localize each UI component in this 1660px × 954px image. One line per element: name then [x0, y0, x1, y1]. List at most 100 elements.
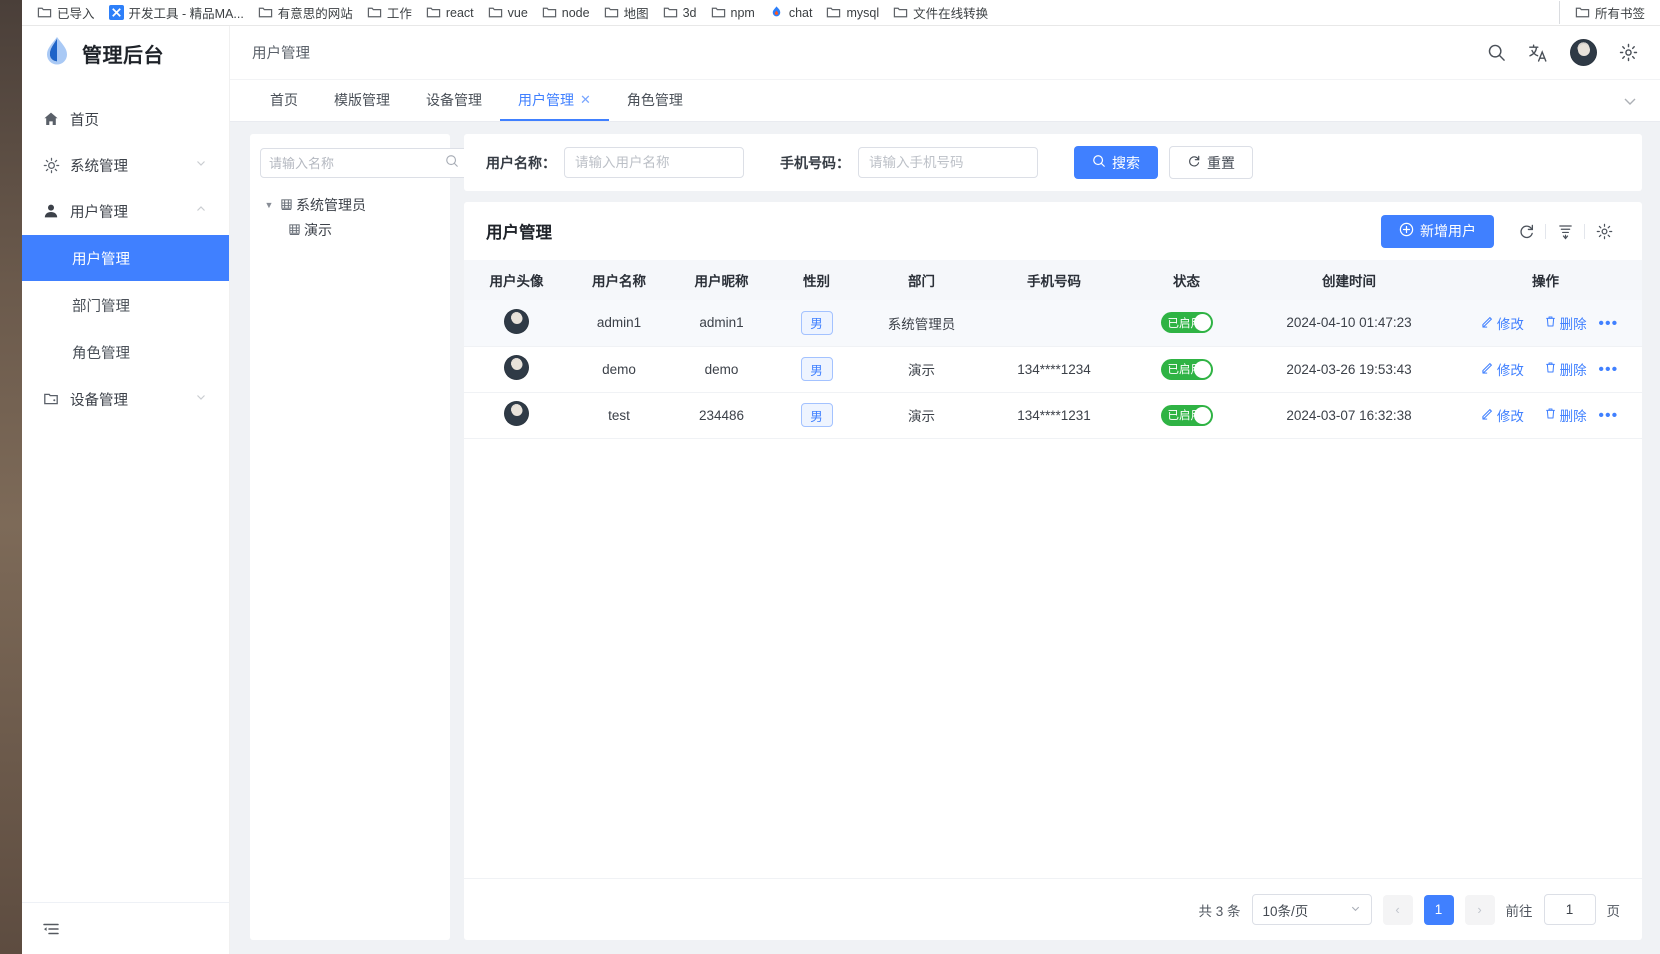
cell-actions: 修改 删除 •••: [1449, 300, 1642, 347]
bookmark-item[interactable]: npm: [704, 3, 762, 22]
username-filter-field[interactable]: [564, 147, 744, 178]
tree-node-label: 演示: [304, 221, 332, 238]
page-number-button[interactable]: 1: [1423, 894, 1454, 925]
status-toggle[interactable]: 已启用: [1160, 404, 1213, 426]
topbar-actions: [1487, 39, 1638, 66]
admin-app: 管理后台 首页 系统管理 用户管理 用户管理 部门管理 角色管理 设备管理 用户…: [22, 26, 1660, 954]
phone-input[interactable]: [869, 155, 1027, 170]
bookmark-item[interactable]: chat: [762, 3, 820, 22]
filter-bar: 用户名称： 手机号码：: [464, 134, 1642, 191]
edit-button[interactable]: 修改: [1481, 405, 1524, 425]
trash-icon: [1544, 361, 1557, 377]
delete-button[interactable]: 删除: [1544, 313, 1587, 333]
table-row[interactable]: test 234486 男 演示 134****1231 已启用 2024-03…: [464, 392, 1642, 439]
cell-gender: 男: [774, 346, 859, 393]
home-icon: [42, 111, 60, 127]
sidebar-item-system[interactable]: 系统管理: [22, 142, 229, 188]
edit-label: 修改: [1496, 316, 1524, 332]
bookmark-item[interactable]: 文件在线转换: [886, 1, 995, 24]
sidebar-item-home[interactable]: 首页: [22, 96, 229, 142]
bookmark-label: 3d: [682, 5, 697, 20]
user-table: 用户头像 用户名称 用户昵称 性别 部门 手机号码 状态 创建时间 操作 adm…: [464, 260, 1642, 439]
edit-label: 修改: [1496, 409, 1524, 424]
bookmark-item[interactable]: 工作: [360, 1, 419, 24]
bookmark-item[interactable]: 开发工具 - 精品MA...: [102, 1, 251, 24]
sidebar-item-departments[interactable]: 部门管理: [22, 282, 229, 328]
table-row[interactable]: admin1 admin1 男 系统管理员 已启用 2024-04-10 01:…: [464, 300, 1642, 347]
edit-button[interactable]: 修改: [1481, 359, 1524, 379]
chevron-down-icon: [195, 391, 209, 407]
bookmark-item[interactable]: mysql: [819, 3, 886, 22]
bookmark-item[interactable]: vue: [481, 3, 535, 22]
status-toggle[interactable]: 已启用: [1160, 358, 1213, 380]
cell-actions: 修改 删除 •••: [1449, 346, 1642, 393]
translate-icon[interactable]: [1528, 43, 1548, 63]
bookmark-item[interactable]: 地图: [597, 1, 656, 24]
caret-expanded-icon[interactable]: ▼: [260, 200, 278, 210]
cell-avatar: [464, 346, 569, 393]
department-icon: [286, 223, 302, 236]
phone-filter-field[interactable]: [858, 147, 1038, 178]
delete-button[interactable]: 删除: [1544, 405, 1587, 425]
sidebar-item-users[interactable]: 用户管理: [22, 235, 229, 281]
delete-button[interactable]: 删除: [1544, 359, 1587, 379]
avatar[interactable]: [1570, 39, 1597, 66]
reset-button[interactable]: 重置: [1169, 146, 1253, 179]
collapse-sidebar-icon[interactable]: [42, 920, 60, 938]
search-icon[interactable]: [445, 154, 459, 173]
density-icon[interactable]: [1549, 216, 1581, 246]
sidebar-item-roles[interactable]: 角色管理: [22, 329, 229, 375]
bookmark-label: 地图: [623, 7, 649, 21]
droplet-logo-icon: [44, 36, 70, 71]
search-icon[interactable]: [1487, 43, 1506, 62]
sidebar-item-user-management[interactable]: 用户管理: [22, 188, 229, 234]
folder-device-icon: [42, 391, 60, 407]
settings-gear-icon[interactable]: [1619, 43, 1638, 62]
page-size-select[interactable]: 10条/页: [1251, 894, 1372, 925]
next-page-button[interactable]: ›: [1464, 894, 1495, 925]
more-actions-button[interactable]: •••: [1598, 361, 1618, 378]
tree-node-demo[interactable]: 演示: [260, 217, 440, 242]
tree-node-system-admin[interactable]: ▼ 系统管理员: [260, 192, 440, 217]
edit-button[interactable]: 修改: [1481, 313, 1524, 333]
tab-template-management[interactable]: 模版管理: [316, 80, 408, 121]
folder-icon: [37, 5, 52, 20]
username-input[interactable]: [575, 155, 733, 170]
pagination-total: 共 3 条: [1198, 903, 1241, 919]
tab-device-management[interactable]: 设备管理: [408, 80, 500, 121]
add-user-button[interactable]: 新增用户: [1381, 214, 1494, 248]
close-icon[interactable]: ✕: [580, 92, 591, 108]
tabbar: 首页 模版管理 设备管理 用户管理 ✕ 角色管理: [230, 80, 1660, 122]
pencil-icon: [1481, 315, 1494, 331]
toggle-knob: [1193, 360, 1211, 378]
tree-search-box[interactable]: [260, 148, 468, 178]
search-button[interactable]: 搜索: [1074, 146, 1158, 179]
all-bookmarks-button[interactable]: 所有书签: [1568, 1, 1652, 24]
chat-site-icon: [769, 5, 784, 20]
bookmark-item[interactable]: node: [535, 3, 597, 22]
tab-user-management[interactable]: 用户管理 ✕: [500, 80, 609, 121]
tree-search-input[interactable]: [269, 155, 445, 171]
tab-role-management[interactable]: 角色管理: [609, 80, 701, 121]
jump-label: 前往: [1505, 903, 1533, 919]
more-actions-button[interactable]: •••: [1598, 315, 1618, 332]
status-toggle[interactable]: 已启用: [1160, 312, 1213, 334]
tree-node-label: 系统管理员: [296, 196, 366, 213]
column-settings-gear-icon[interactable]: [1588, 216, 1620, 246]
table-row[interactable]: demo demo 男 演示 134****1234 已启用 2024-03-2…: [464, 346, 1642, 393]
folder-icon: [711, 5, 726, 20]
bookmark-item[interactable]: 3d: [656, 3, 704, 22]
more-actions-button[interactable]: •••: [1598, 407, 1618, 424]
bookmark-item[interactable]: react: [419, 3, 481, 22]
sidebar-item-device-management[interactable]: 设备管理: [22, 376, 229, 422]
prev-page-button[interactable]: ‹: [1382, 894, 1413, 925]
jump-page-input[interactable]: [1543, 894, 1596, 925]
chevron-down-icon[interactable]: [1610, 80, 1638, 121]
sidebar-logo[interactable]: 管理后台: [22, 26, 229, 80]
bookmark-label: 开发工具 - 精品MA...: [128, 7, 244, 21]
tab-home[interactable]: 首页: [252, 80, 316, 121]
bookmark-item[interactable]: 已导入: [30, 1, 102, 24]
bookmark-item[interactable]: 有意思的网站: [251, 1, 360, 24]
refresh-icon[interactable]: [1510, 216, 1542, 246]
table-body: admin1 admin1 男 系统管理员 已启用 2024-04-10 01:…: [464, 300, 1642, 439]
